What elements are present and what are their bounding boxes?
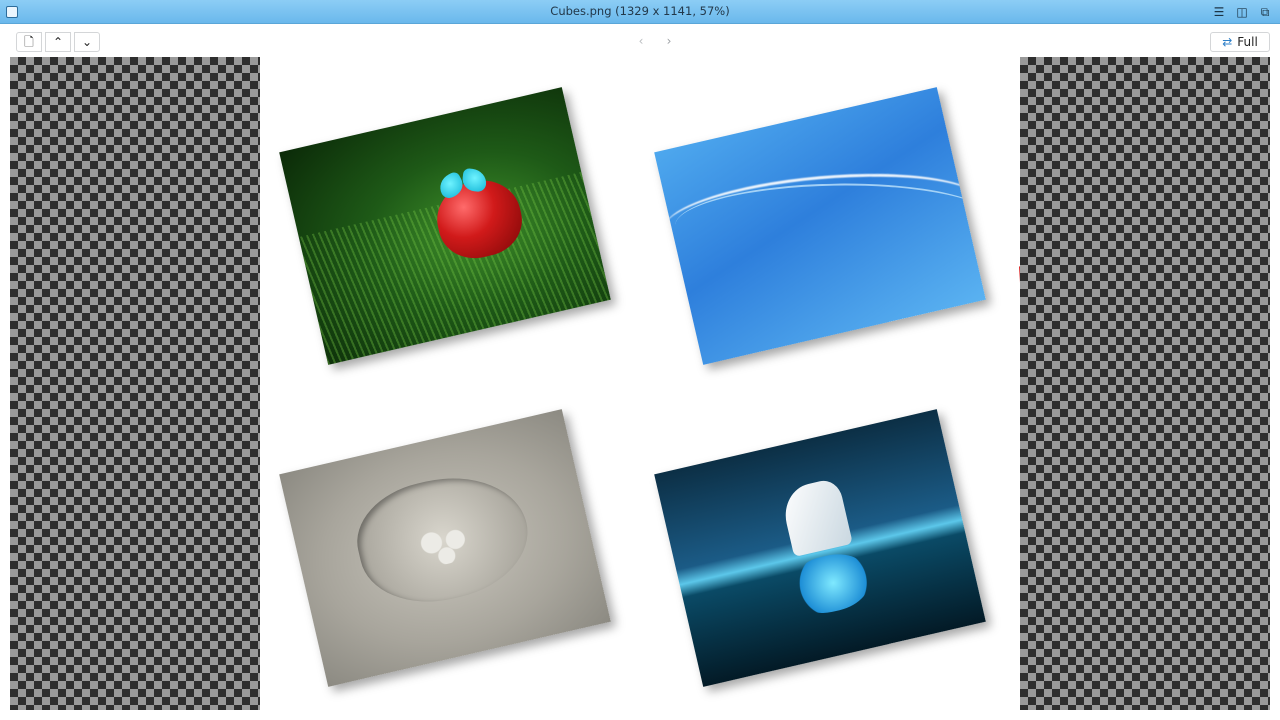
maximize-icon[interactable]: ◫ <box>1234 4 1250 20</box>
image-viewport[interactable] <box>10 57 1270 710</box>
transparency-background-right <box>1020 57 1270 710</box>
transparency-background-left <box>10 57 260 710</box>
photo-apple-grass <box>279 87 611 365</box>
chevron-up-icon: ⌃ <box>52 35 64 49</box>
chevron-right-icon: › <box>666 34 672 48</box>
window-title: Cubes.png (1329 x 1141, 57%) <box>550 4 730 18</box>
previous-file-button[interactable]: ⌃ <box>45 32 71 52</box>
iceberg-underwater <box>789 547 877 619</box>
title-bar: Cubes.png (1329 x 1141, 57%) ☰ ◫ ⧉ <box>0 0 1280 24</box>
image-canvas <box>260 57 1020 710</box>
restore-icon[interactable]: ⧉ <box>1257 4 1273 20</box>
photo-stone-relief <box>279 409 611 687</box>
swap-arrows-icon: ⇄ <box>1222 35 1233 49</box>
chevron-down-icon: ⌄ <box>81 35 93 49</box>
next-file-button[interactable]: ⌄ <box>74 32 100 52</box>
photo-iceberg <box>654 409 986 687</box>
chevron-left-icon: ‹ <box>638 34 644 48</box>
document-button[interactable]: 🗋 <box>16 32 42 52</box>
iceberg-top <box>779 477 853 557</box>
fit-full-label: Full <box>1237 35 1258 49</box>
photo-blue-wave <box>654 87 986 365</box>
fit-full-button[interactable]: ⇄ Full <box>1210 32 1270 52</box>
document-icon: 🗋 <box>24 35 34 49</box>
next-image-button[interactable]: › <box>656 32 682 52</box>
mouse-cursor-icon <box>1012 262 1020 284</box>
hamburger-menu-icon[interactable]: ☰ <box>1211 4 1227 20</box>
previous-image-button[interactable]: ‹ <box>628 32 654 52</box>
butterfly-wing-right <box>461 167 488 193</box>
toolbar: 🗋 ⌃ ⌄ ‹ › ⇄ Full <box>0 24 1280 58</box>
